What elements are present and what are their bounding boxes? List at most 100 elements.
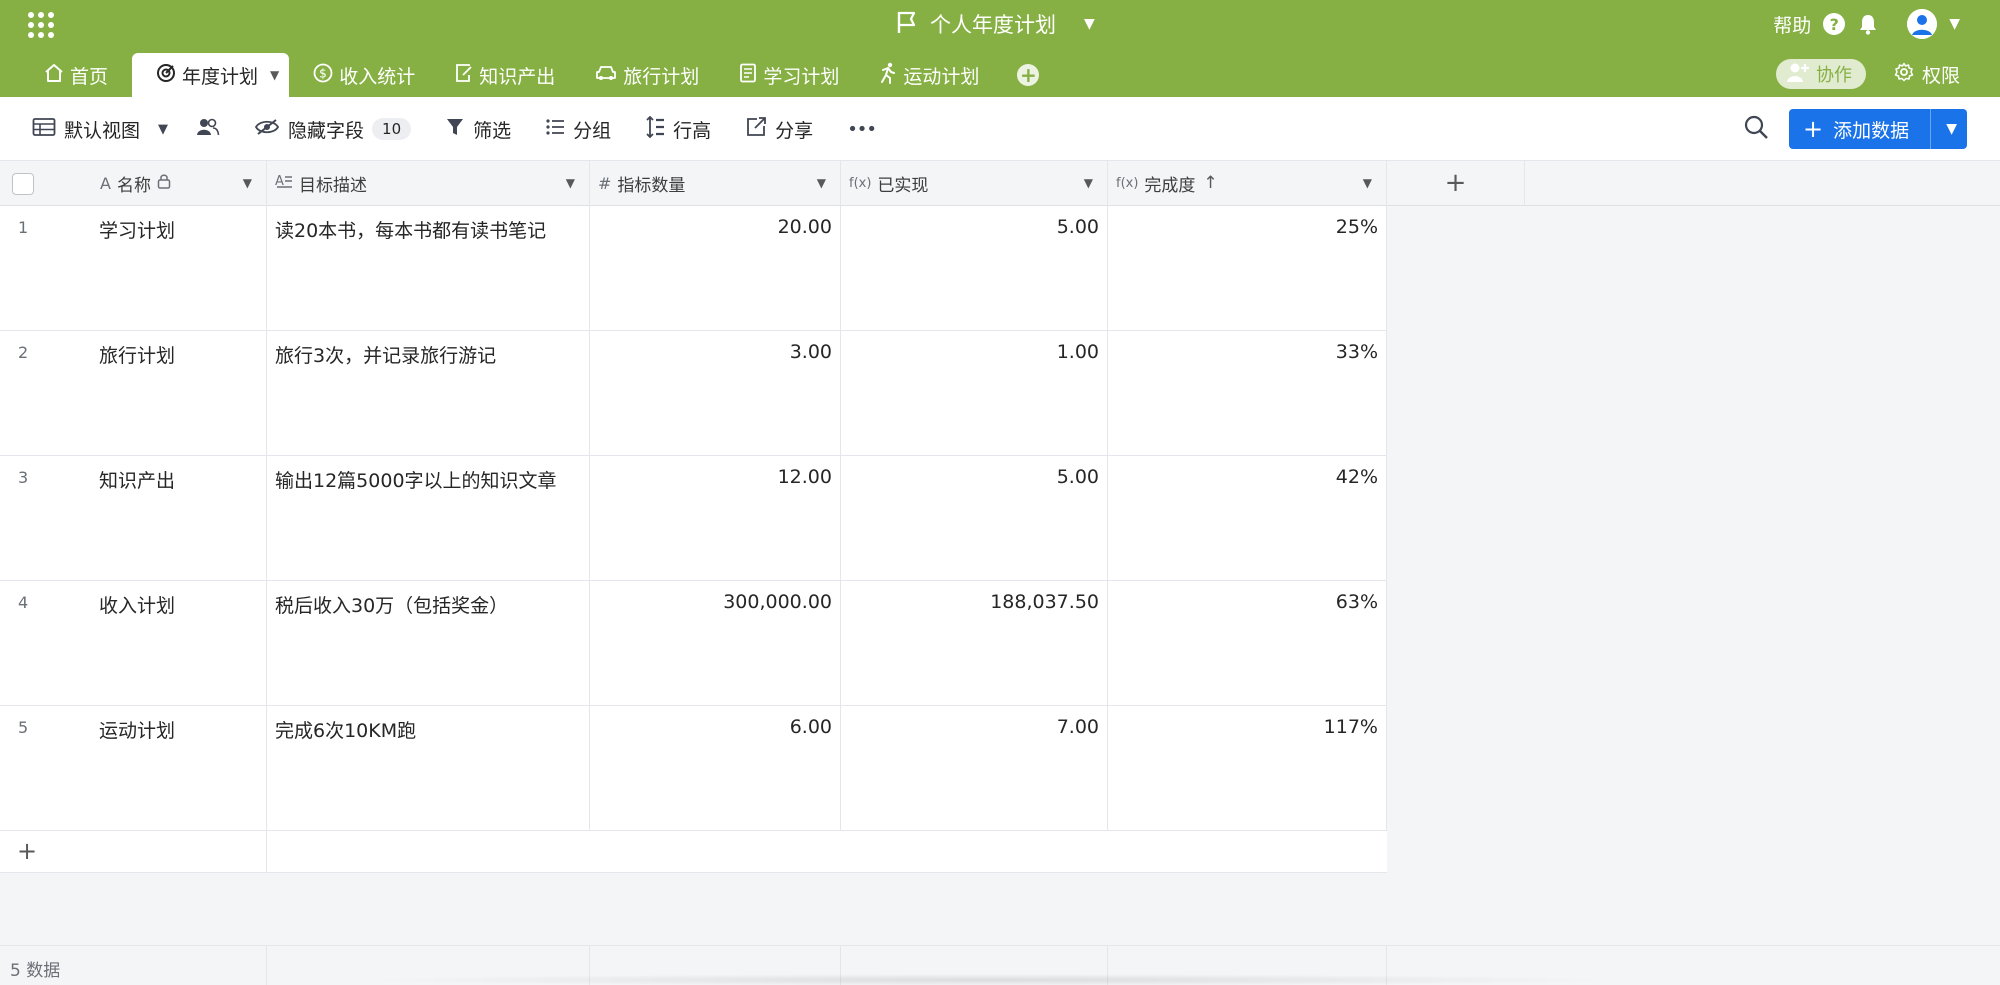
table-row[interactable]: 4 收入计划 税后收入30万（包括奖金） 300,000.00 188,037.…: [0, 581, 1387, 706]
collaborate-button[interactable]: 协作: [1775, 59, 1866, 89]
table-view-icon: [32, 117, 56, 142]
tab-label: 年度计划: [182, 65, 259, 88]
avatar[interactable]: [1907, 9, 1938, 39]
pct-cell[interactable]: 42%: [1108, 456, 1387, 581]
tab-label: 运动计划: [903, 65, 980, 88]
share-button[interactable]: 分享: [745, 116, 813, 143]
lock-icon: [157, 173, 171, 194]
done-cell[interactable]: 5.00: [841, 206, 1108, 331]
chevron-down-icon[interactable]: ▼: [1084, 16, 1095, 32]
add-column-button[interactable]: +: [1387, 161, 1525, 206]
help-icon[interactable]: ?: [1823, 13, 1846, 35]
table-row[interactable]: 1 学习计划 读20本书，每本书都有读书笔记 20.00 5.00 25%: [0, 206, 1387, 331]
hidden-fields-label: 隐藏字段: [288, 119, 365, 142]
done-cell[interactable]: 5.00: [841, 456, 1108, 581]
more-button[interactable]: •••: [847, 118, 877, 140]
long-text-field-icon: A: [275, 173, 293, 193]
tab-income-stats[interactable]: $ 收入统计: [293, 53, 435, 97]
sort-ascending-icon[interactable]: ↑: [1203, 173, 1217, 193]
done-cell[interactable]: 7.00: [841, 706, 1108, 831]
filter-button[interactable]: 筛选: [445, 116, 511, 143]
hidden-fields-button[interactable]: 隐藏字段 10: [254, 116, 412, 143]
column-header-name[interactable]: A 名称 ▼: [0, 161, 267, 206]
column-header-desc[interactable]: A 目标描述 ▼: [267, 161, 590, 206]
chevron-down-icon[interactable]: ▼: [566, 176, 575, 190]
row-number: 2: [18, 343, 29, 362]
target-cell[interactable]: 12.00: [590, 456, 841, 581]
tab-label: 知识产出: [479, 65, 556, 88]
permission-button[interactable]: 权限: [1894, 61, 1960, 88]
chevron-down-icon[interactable]: ▼: [1084, 176, 1093, 190]
pct-cell[interactable]: 25%: [1108, 206, 1387, 331]
pct-cell[interactable]: 117%: [1108, 706, 1387, 831]
desc-cell[interactable]: 输出12篇5000字以上的知识文章: [267, 456, 590, 581]
bell-icon[interactable]: [1857, 13, 1879, 35]
flag-icon: [896, 10, 918, 39]
tab-sport[interactable]: 运动计划: [859, 53, 999, 97]
collaborators-view-button[interactable]: [196, 117, 220, 142]
chevron-down-icon[interactable]: ▼: [243, 176, 252, 190]
tab-travel[interactable]: 旅行计划: [575, 53, 719, 97]
status-footer: 5 数据: [0, 945, 2000, 985]
table-row[interactable]: 5 运动计划 完成6次10KM跑 6.00 7.00 117%: [0, 706, 1387, 831]
users-icon: [196, 117, 220, 142]
target-cell[interactable]: 6.00: [590, 706, 841, 831]
svg-text:$: $: [319, 66, 327, 80]
more-icon: •••: [847, 118, 877, 140]
pct-cell[interactable]: 33%: [1108, 331, 1387, 456]
table-row[interactable]: 2 旅行计划 旅行3次，并记录旅行游记 3.00 1.00 33%: [0, 331, 1387, 456]
desc-cell[interactable]: 旅行3次，并记录旅行游记: [267, 331, 590, 456]
tab-home[interactable]: 首页: [24, 53, 128, 97]
search-icon[interactable]: [1743, 114, 1769, 144]
add-tab-button[interactable]: +: [999, 53, 1057, 97]
share-label: 分享: [775, 119, 814, 142]
desc-cell[interactable]: 完成6次10KM跑: [267, 706, 590, 831]
chevron-down-icon[interactable]: ▼: [817, 176, 826, 190]
row-height-label: 行高: [673, 119, 712, 142]
column-header-target[interactable]: # 指标数量 ▼: [590, 161, 841, 206]
name-cell[interactable]: 收入计划: [91, 581, 267, 706]
group-button[interactable]: 分组: [545, 116, 611, 143]
done-cell[interactable]: 188,037.50: [841, 581, 1108, 706]
tab-annual-plan[interactable]: 年度计划 ▼: [132, 53, 290, 97]
chevron-down-icon[interactable]: ▼: [1949, 16, 1960, 32]
add-data-button[interactable]: + 添加数据 ▼: [1789, 109, 1967, 149]
target-cell[interactable]: 20.00: [590, 206, 841, 331]
name-cell[interactable]: 运动计划: [91, 706, 267, 831]
desc-cell[interactable]: 税后收入30万（包括奖金）: [267, 581, 590, 706]
chevron-down-icon[interactable]: ▼: [1363, 176, 1372, 190]
column-header-pct[interactable]: f(x) 完成度 ↑ ▼: [1108, 161, 1387, 206]
chevron-down-icon[interactable]: ▼: [270, 68, 279, 82]
help-label[interactable]: 帮助: [1773, 11, 1811, 38]
select-all-checkbox[interactable]: [12, 173, 34, 195]
chevron-down-icon[interactable]: ▼: [158, 122, 168, 137]
add-row-button[interactable]: +: [0, 831, 1387, 873]
dollar-icon: $: [313, 63, 333, 88]
target-cell[interactable]: 3.00: [590, 331, 841, 456]
tab-label: 旅行计划: [623, 65, 700, 88]
doc-title[interactable]: 个人年度计划 ▼: [896, 8, 1095, 40]
add-user-icon: [1786, 61, 1810, 88]
text-field-icon: A: [100, 173, 111, 193]
name-cell[interactable]: 旅行计划: [91, 331, 267, 456]
table-row[interactable]: 3 知识产出 输出12篇5000字以上的知识文章 12.00 5.00 42%: [0, 456, 1387, 581]
name-cell[interactable]: 学习计划: [91, 206, 267, 331]
top-bar: 个人年度计划 ▼ 帮助 ? ▼ 首页 年度计划 ▼ $ 收入统计 知识产出 旅行…: [0, 0, 2000, 97]
tab-knowledge[interactable]: 知识产出: [435, 53, 575, 97]
tab-study[interactable]: 学习计划: [719, 53, 859, 97]
pct-cell[interactable]: 63%: [1108, 581, 1387, 706]
name-cell[interactable]: 知识产出: [91, 456, 267, 581]
target-cell[interactable]: 300,000.00: [590, 581, 841, 706]
done-cell[interactable]: 1.00: [841, 331, 1108, 456]
add-data-label: 添加数据: [1833, 119, 1910, 142]
home-icon: [44, 63, 64, 88]
grid-apps-icon[interactable]: [28, 12, 54, 38]
filter-label: 筛选: [473, 119, 512, 142]
column-header-done[interactable]: f(x) 已实现 ▼: [841, 161, 1108, 206]
desc-cell[interactable]: 读20本书，每本书都有读书笔记: [267, 206, 590, 331]
chevron-down-icon[interactable]: ▼: [1946, 109, 1957, 149]
gear-icon: [1894, 62, 1914, 87]
doc-edit-icon: [455, 63, 473, 88]
row-height-button[interactable]: 行高: [645, 115, 712, 143]
view-selector[interactable]: 默认视图 ▼: [32, 116, 168, 143]
